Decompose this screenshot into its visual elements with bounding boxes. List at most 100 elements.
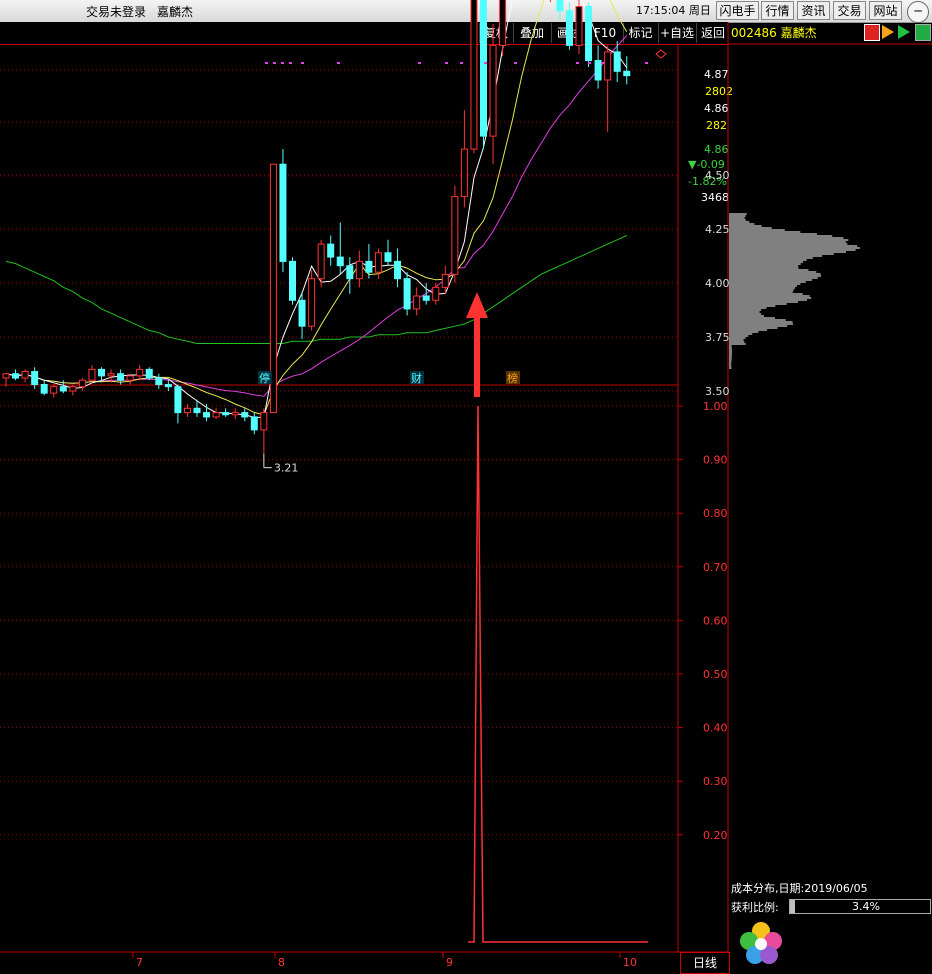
watermark-logo <box>740 922 782 964</box>
profit-value: 3.4% <box>852 900 880 913</box>
up-arrow-icon <box>466 292 488 397</box>
sub-y-tick-label: 0.90 <box>703 454 728 467</box>
candle-body <box>308 278 316 327</box>
candle-body <box>241 412 249 418</box>
candle-body <box>489 44 497 137</box>
candle-body <box>12 373 20 379</box>
candle-body <box>422 295 430 301</box>
candle-body <box>183 407 191 414</box>
ma10-line <box>5 0 628 416</box>
sub-y-tick-label: 0.40 <box>703 722 728 735</box>
candle-body <box>317 243 325 280</box>
candle-body <box>298 299 306 327</box>
event-dot <box>265 62 268 64</box>
flower-logo-icon <box>740 922 782 964</box>
candle-body <box>174 386 182 414</box>
candle-body <box>50 386 58 394</box>
candle-body <box>260 412 268 431</box>
candle-body <box>155 377 163 386</box>
candle-body <box>499 0 507 46</box>
sub-y-tick-label: 0.60 <box>703 614 728 627</box>
sub-y-tick-label: 0.80 <box>703 507 728 520</box>
candle-body <box>117 373 125 381</box>
candle-body <box>222 412 230 416</box>
candle-body <box>88 368 96 381</box>
event-dot <box>281 62 284 64</box>
event-dots <box>265 62 648 64</box>
candle-body <box>69 386 77 392</box>
candle-body <box>136 368 144 377</box>
sub-grid <box>0 405 683 836</box>
profit-row: 获利比例: 3.4% <box>731 899 932 915</box>
x-tick-label: 8 <box>278 956 285 969</box>
sub-y-tick-label: 0.70 <box>703 561 728 574</box>
candle-body <box>623 70 631 77</box>
candle-body <box>613 51 621 72</box>
sub-y-tick-label: 0.50 <box>703 668 728 681</box>
candle-body <box>145 368 153 379</box>
y-tick-label: 3.75 <box>705 331 730 344</box>
cost-histogram <box>729 213 860 369</box>
profit-bar: 3.4% <box>789 899 931 914</box>
candle-body <box>107 373 115 377</box>
sub-y-tick-label: 0.20 <box>703 829 728 842</box>
candle-body <box>441 273 449 288</box>
ma5-line <box>5 0 628 418</box>
candle-body <box>98 368 105 377</box>
profit-bar-fill <box>790 900 795 913</box>
candle-body <box>212 412 220 418</box>
main-grid <box>0 69 678 392</box>
event-dot <box>484 62 487 64</box>
candle-body <box>365 260 373 273</box>
candle-body <box>78 379 86 388</box>
profit-label: 获利比例: <box>731 901 779 914</box>
candle-body <box>374 252 382 273</box>
candle-body <box>594 60 602 81</box>
candle-body <box>413 295 421 310</box>
candle-body <box>231 412 239 416</box>
candle-body <box>403 278 411 310</box>
candle-body <box>164 384 172 388</box>
candle-body <box>460 148 468 198</box>
event-dot <box>645 62 648 64</box>
chart-canvas: 3.50 3.75 4.00 4.25 4.50 0.20 0.30 0.40 0.50 0.60… <box>0 0 932 974</box>
candle-body <box>289 260 296 301</box>
period-tab-daily[interactable]: 日线 <box>680 952 730 974</box>
event-dot <box>601 62 604 64</box>
candle-body <box>451 196 459 275</box>
cost-title: 成本分布,日期: <box>731 882 805 895</box>
x-tick-label: 9 <box>446 956 453 969</box>
event-dot <box>445 62 448 64</box>
candle-body <box>279 163 287 262</box>
event-dot <box>273 62 276 64</box>
candle-body <box>346 265 354 280</box>
candle-body <box>126 375 134 381</box>
y-tick-label: 3.50 <box>705 385 730 398</box>
event-tag-label: 停 <box>259 371 270 385</box>
candle-body <box>327 243 335 258</box>
event-tag-label: 榜 <box>507 371 518 385</box>
candle-body <box>604 51 612 81</box>
ma20-line <box>5 35 628 397</box>
candle-body <box>250 416 258 431</box>
diamond-icon <box>655 49 667 59</box>
candle-body <box>565 10 573 46</box>
x-tick-label: 10 <box>623 956 637 969</box>
candle-body <box>585 6 593 62</box>
y-tick-label: 4.50 <box>705 169 730 182</box>
event-tag-label: 财 <box>411 371 422 385</box>
candle-body <box>193 407 201 414</box>
candle-body <box>31 371 39 386</box>
x-tick-label: 7 <box>136 956 143 969</box>
candle-body <box>203 412 211 418</box>
event-dot <box>337 62 340 64</box>
event-dot <box>588 62 591 64</box>
candle-body <box>384 252 392 262</box>
candle-body <box>432 286 440 301</box>
event-dot <box>514 62 517 64</box>
event-dot <box>460 62 463 64</box>
cost-title-row: 成本分布,日期:2019/06/05 <box>731 880 932 896</box>
candle-body <box>355 260 363 280</box>
event-dot <box>576 62 579 64</box>
y-tick-label: 4.25 <box>705 223 730 236</box>
